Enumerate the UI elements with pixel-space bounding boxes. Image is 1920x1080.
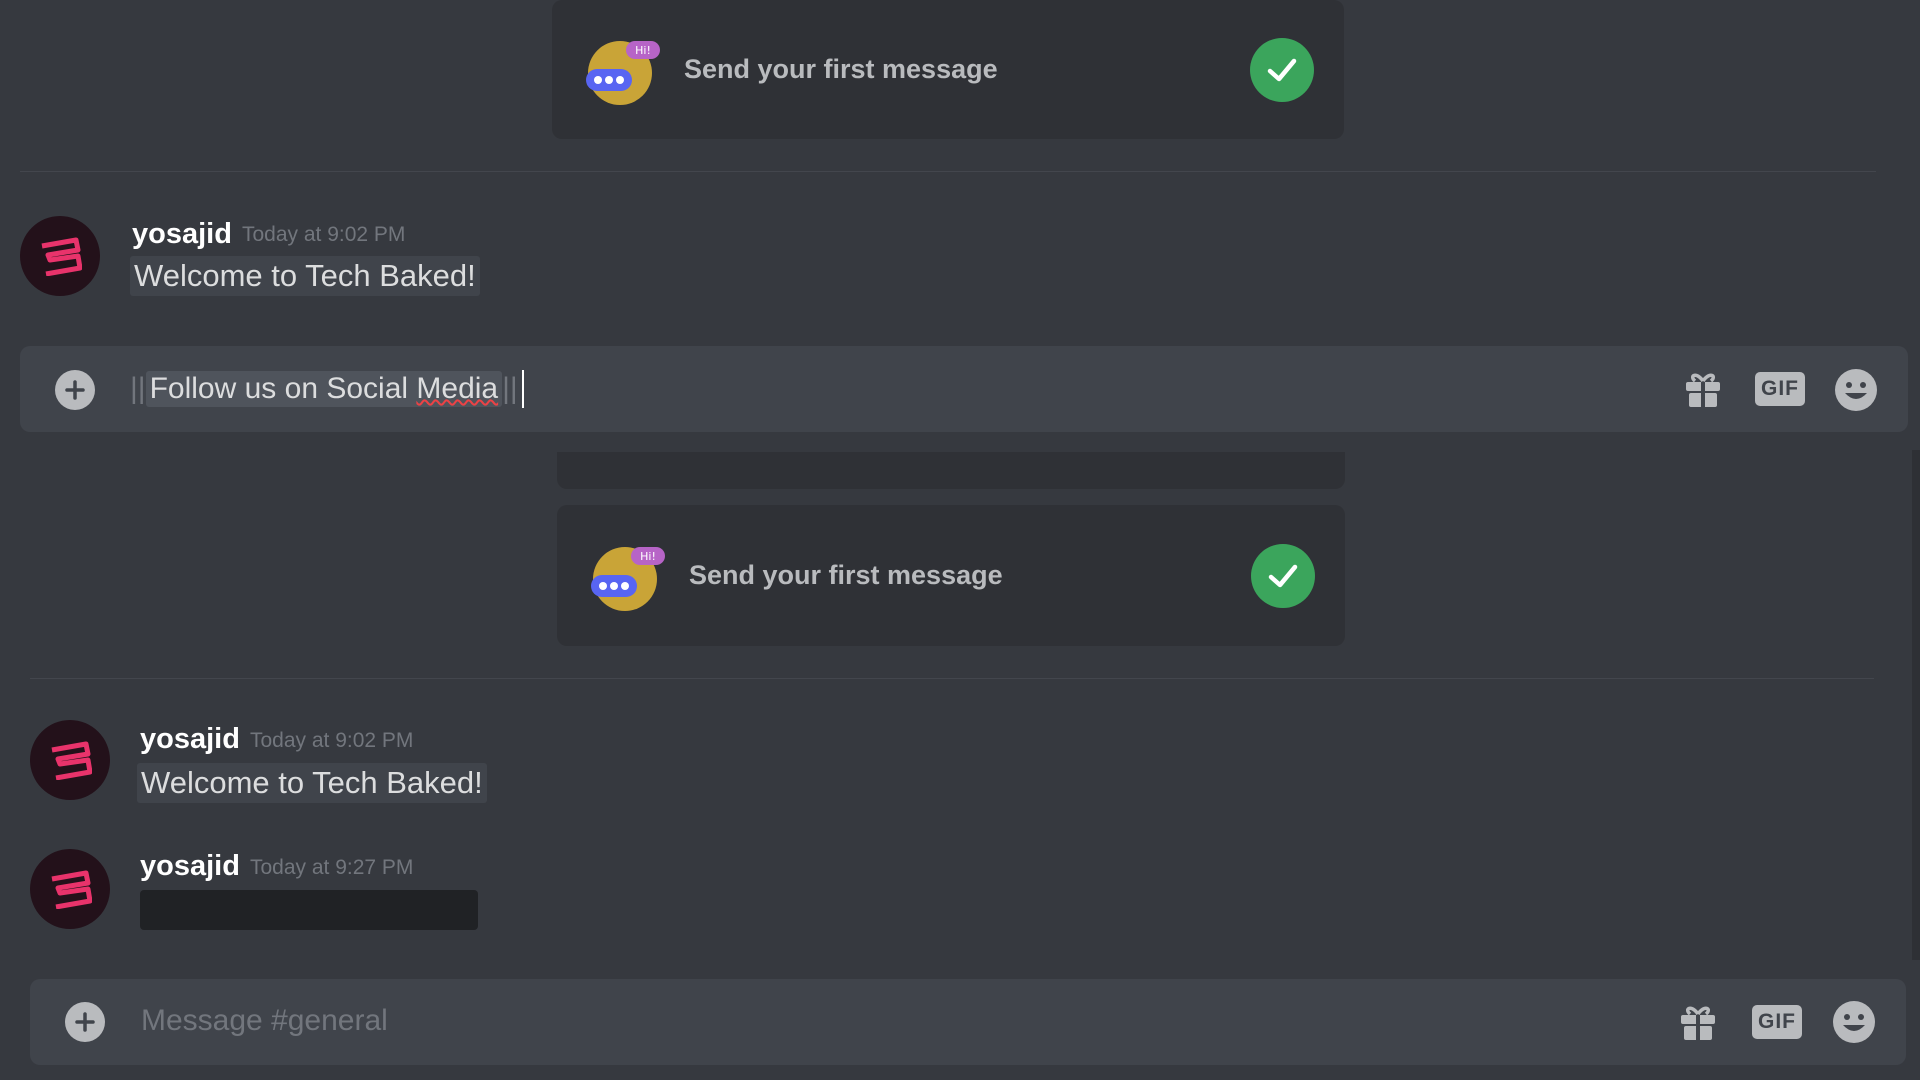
welcome-card: Hi! Send your first message [552,0,1344,139]
chat-bubble-icon: Hi! [582,35,662,105]
edit-message-input[interactable]: || Follow us on Social Media || GIF [20,346,1908,432]
emoji-button[interactable] [1832,366,1880,414]
welcome-card: Hi! Send your first message [557,505,1345,646]
message-input-placeholder[interactable]: Message #general [141,1004,388,1038]
emoji-smile-icon [1835,369,1877,411]
spoiler-open-markers: || [130,372,146,405]
spoiler-message[interactable] [140,890,478,930]
chat-bubble-icon: Hi! [587,541,667,611]
checkmark-icon [1250,37,1314,102]
gif-icon: GIF [1752,1005,1802,1039]
scrollbar[interactable] [1912,450,1920,960]
avatar[interactable] [30,849,110,929]
avatar[interactable] [20,216,100,296]
hi-badge: Hi! [640,550,656,563]
message-text: Welcome to Tech Baked! [130,256,480,296]
message-username[interactable]: yosajid [132,218,232,251]
add-attachment-button[interactable] [55,370,95,410]
message-draft-text[interactable]: || Follow us on Social Media || [130,368,524,410]
message-timestamp: Today at 9:02 PM [242,223,406,246]
emoji-smile-icon [1833,1001,1875,1043]
message-composer[interactable]: Message #general GIF [30,979,1906,1065]
gif-button[interactable]: GIF [1755,366,1805,412]
avatar[interactable] [30,720,110,800]
divider [20,171,1876,172]
gif-icon: GIF [1755,372,1805,406]
draft-text-selection: Follow us on Social Media [145,371,503,407]
draft-text-part: Follow us on Social [149,372,417,405]
message-username[interactable]: yosajid [140,723,240,756]
emoji-button[interactable] [1830,998,1878,1046]
text-caret [521,370,524,408]
message-timestamp: Today at 9:02 PM [250,729,414,752]
hi-badge: Hi! [635,44,651,57]
gift-icon [1686,373,1720,407]
gift-icon [1681,1006,1715,1040]
welcome-card-partial [557,452,1345,489]
checkmark-icon [1251,543,1315,608]
message-username[interactable]: yosajid [140,850,240,883]
gif-button[interactable]: GIF [1752,999,1802,1045]
divider [30,678,1874,679]
card-title: Send your first message [684,54,998,84]
misspelled-word[interactable]: Media [416,372,498,405]
gift-button[interactable] [1675,999,1721,1045]
add-attachment-button[interactable] [65,1002,105,1042]
gift-button[interactable] [1680,366,1726,412]
message-timestamp: Today at 9:27 PM [250,856,414,879]
card-title: Send your first message [689,560,1003,590]
spoiler-close-markers: || [502,372,518,405]
message-text: Welcome to Tech Baked! [137,763,487,803]
